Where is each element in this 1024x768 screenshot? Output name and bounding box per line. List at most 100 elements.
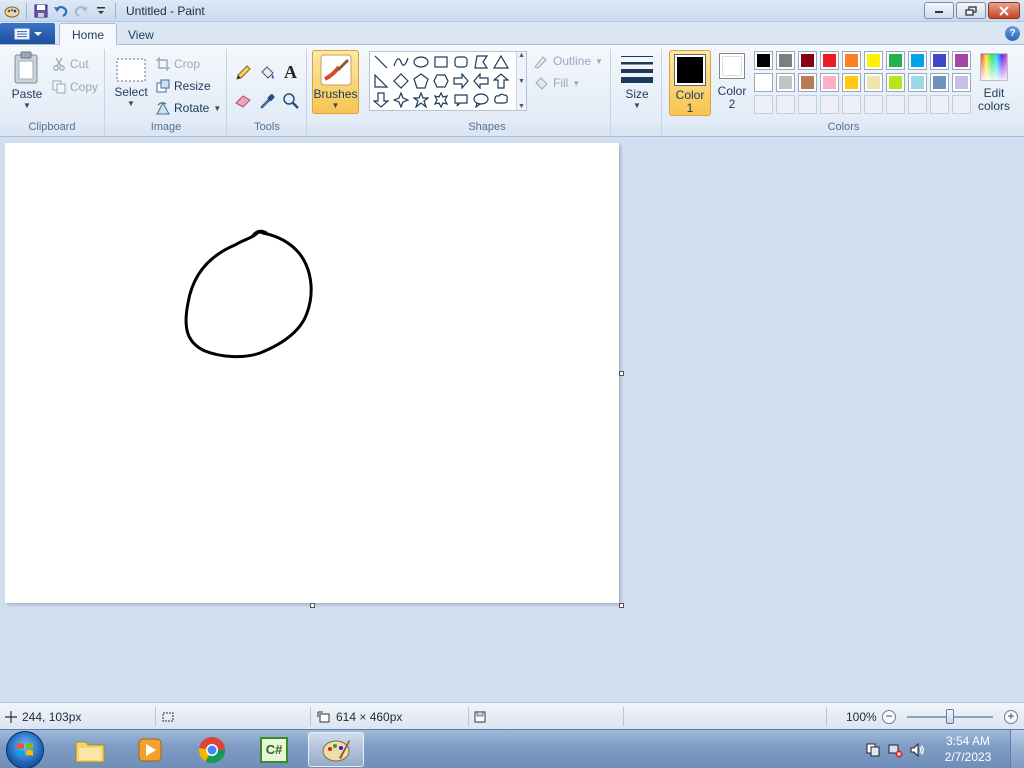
oval-callout-shape[interactable] bbox=[471, 90, 491, 110]
drawing-canvas[interactable] bbox=[5, 143, 619, 603]
right-arrow-shape[interactable] bbox=[451, 71, 471, 91]
redo-icon[interactable] bbox=[71, 1, 91, 21]
pentagon-shape[interactable] bbox=[411, 71, 431, 91]
palette-color-swatch[interactable] bbox=[886, 51, 905, 70]
size-button[interactable]: Size ▼ bbox=[619, 53, 655, 110]
color-picker-tool[interactable] bbox=[256, 90, 277, 111]
minimize-button[interactable] bbox=[924, 2, 954, 19]
cut-button[interactable]: Cut bbox=[52, 54, 89, 74]
line-shape[interactable] bbox=[371, 52, 391, 72]
palette-custom-slot[interactable] bbox=[754, 95, 773, 114]
resize-button[interactable]: Resize bbox=[156, 76, 211, 96]
close-button[interactable] bbox=[988, 2, 1020, 19]
save-icon[interactable] bbox=[31, 1, 51, 21]
palette-color-swatch[interactable] bbox=[842, 73, 861, 92]
palette-color-swatch[interactable] bbox=[776, 51, 795, 70]
text-tool[interactable]: A bbox=[280, 62, 301, 83]
fill-tool[interactable] bbox=[256, 62, 277, 83]
volume-icon[interactable] bbox=[906, 740, 928, 760]
pencil-tool[interactable] bbox=[232, 62, 253, 83]
expand-gallery-icon[interactable]: ▼ bbox=[518, 103, 525, 110]
resize-handle-corner[interactable] bbox=[619, 603, 624, 608]
help-icon[interactable]: ? bbox=[1005, 26, 1020, 41]
paint-app-icon[interactable] bbox=[2, 1, 22, 21]
palette-color-swatch[interactable] bbox=[820, 51, 839, 70]
rectangle-shape[interactable] bbox=[431, 52, 451, 72]
edit-colors-button[interactable]: Edit colors bbox=[975, 53, 1013, 113]
palette-color-swatch[interactable] bbox=[754, 51, 773, 70]
scroll-down-icon[interactable]: ▼ bbox=[518, 78, 525, 85]
shapes-scrollbar[interactable]: ▲ ▼ ▼ bbox=[516, 52, 526, 110]
paste-button[interactable]: Paste ▼ bbox=[8, 51, 46, 110]
triangle-shape[interactable] bbox=[491, 52, 511, 72]
taskbar-chrome[interactable] bbox=[184, 732, 240, 767]
curve-shape[interactable] bbox=[391, 52, 411, 72]
palette-custom-slot[interactable] bbox=[930, 95, 949, 114]
palette-color-swatch[interactable] bbox=[952, 51, 971, 70]
copy-button[interactable]: Copy bbox=[52, 77, 98, 97]
palette-color-swatch[interactable] bbox=[864, 51, 883, 70]
scroll-up-icon[interactable]: ▲ bbox=[518, 52, 525, 59]
network-icon[interactable] bbox=[884, 740, 906, 760]
magnifier-tool[interactable] bbox=[280, 90, 301, 111]
taskbar-media-player[interactable] bbox=[122, 732, 178, 767]
system-clock[interactable]: 3:54 AM 2/7/2023 bbox=[938, 733, 998, 765]
cloud-callout-shape[interactable] bbox=[491, 90, 511, 110]
crop-button[interactable]: Crop bbox=[156, 54, 200, 74]
polygon-shape[interactable] bbox=[471, 52, 491, 72]
color1-button[interactable]: Color 1 bbox=[669, 50, 711, 116]
palette-color-swatch[interactable] bbox=[798, 73, 817, 92]
diamond-shape[interactable] bbox=[391, 71, 411, 91]
tab-view[interactable]: View bbox=[116, 23, 166, 46]
four-point-star-shape[interactable] bbox=[391, 90, 411, 110]
resize-handle-right[interactable] bbox=[619, 371, 624, 376]
palette-color-swatch[interactable] bbox=[952, 73, 971, 92]
show-desktop-button[interactable] bbox=[1010, 730, 1024, 768]
down-arrow-shape[interactable] bbox=[371, 90, 391, 110]
palette-color-swatch[interactable] bbox=[930, 73, 949, 92]
palette-color-swatch[interactable] bbox=[908, 73, 927, 92]
palette-custom-slot[interactable] bbox=[886, 95, 905, 114]
undo-icon[interactable] bbox=[51, 1, 71, 21]
palette-color-swatch[interactable] bbox=[886, 73, 905, 92]
action-center-icon[interactable] bbox=[862, 740, 884, 760]
zoom-in-button[interactable]: + bbox=[1004, 710, 1018, 724]
taskbar-paint[interactable] bbox=[308, 732, 364, 767]
tab-home[interactable]: Home bbox=[59, 23, 118, 46]
paint-menu-button[interactable] bbox=[0, 23, 55, 44]
rotate-button[interactable]: Rotate ▼ bbox=[156, 98, 221, 118]
zoom-out-button[interactable]: − bbox=[882, 710, 896, 724]
taskbar-file-explorer[interactable] bbox=[62, 732, 118, 767]
zoom-slider-thumb[interactable] bbox=[946, 709, 954, 724]
six-point-star-shape[interactable] bbox=[431, 90, 451, 110]
left-arrow-shape[interactable] bbox=[471, 71, 491, 91]
restore-button[interactable] bbox=[956, 2, 986, 19]
customize-qat-icon[interactable] bbox=[91, 1, 111, 21]
palette-custom-slot[interactable] bbox=[908, 95, 927, 114]
fill-button[interactable]: Fill ▼ bbox=[533, 73, 580, 93]
resize-handle-bottom[interactable] bbox=[310, 603, 315, 608]
palette-custom-slot[interactable] bbox=[776, 95, 795, 114]
palette-color-swatch[interactable] bbox=[754, 73, 773, 92]
up-arrow-shape[interactable] bbox=[491, 71, 511, 91]
rounded-rectangle-shape[interactable] bbox=[451, 52, 471, 72]
start-button[interactable] bbox=[6, 731, 44, 768]
palette-color-swatch[interactable] bbox=[930, 51, 949, 70]
palette-custom-slot[interactable] bbox=[798, 95, 817, 114]
taskbar-csharp-app[interactable]: C# bbox=[246, 732, 302, 767]
hexagon-shape[interactable] bbox=[431, 71, 451, 91]
palette-custom-slot[interactable] bbox=[864, 95, 883, 114]
palette-color-swatch[interactable] bbox=[776, 73, 795, 92]
palette-custom-slot[interactable] bbox=[820, 95, 839, 114]
canvas-workspace[interactable] bbox=[0, 138, 1024, 702]
palette-color-swatch[interactable] bbox=[820, 73, 839, 92]
five-point-star-shape[interactable] bbox=[411, 90, 431, 110]
palette-custom-slot[interactable] bbox=[952, 95, 971, 114]
color2-button[interactable]: Color 2 bbox=[715, 53, 749, 111]
select-button[interactable]: Select ▼ bbox=[114, 57, 148, 108]
outline-button[interactable]: Outline ▼ bbox=[533, 51, 603, 71]
right-triangle-shape[interactable] bbox=[371, 71, 391, 91]
palette-color-swatch[interactable] bbox=[864, 73, 883, 92]
palette-custom-slot[interactable] bbox=[842, 95, 861, 114]
palette-color-swatch[interactable] bbox=[908, 51, 927, 70]
